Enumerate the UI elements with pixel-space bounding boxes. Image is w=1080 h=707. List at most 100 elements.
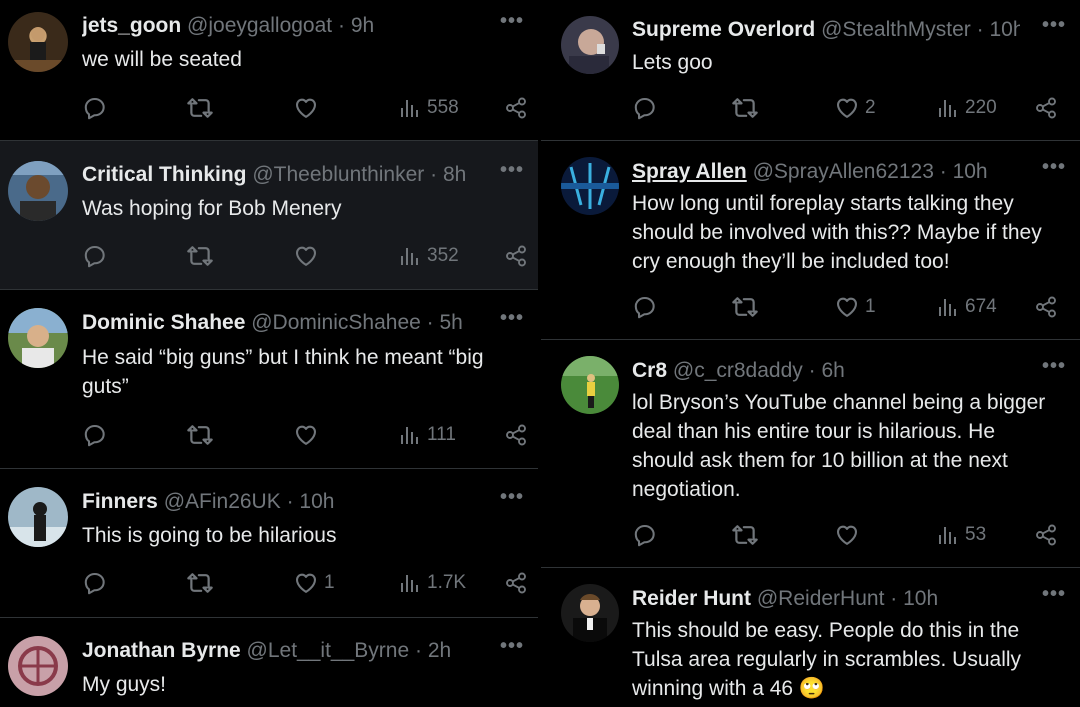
display-name[interactable]: Dominic Shahee: [82, 311, 245, 334]
avatar[interactable]: [561, 157, 619, 215]
display-name[interactable]: Critical Thinking: [82, 163, 247, 186]
display-name[interactable]: Jonathan Byrne: [82, 639, 241, 662]
timestamp[interactable]: 10h: [989, 18, 1020, 41]
share-button[interactable]: [504, 94, 528, 122]
display-name[interactable]: Cr8: [632, 359, 667, 382]
separator-dot: ·: [414, 639, 422, 662]
display-name[interactable]: Spray Allen: [632, 160, 747, 183]
retweet-button[interactable]: [186, 421, 219, 449]
views-button[interactable]: 53: [936, 521, 986, 549]
display-name[interactable]: Finners: [82, 490, 158, 513]
views-count: 220: [965, 97, 997, 118]
tweet[interactable]: Jonathan Byrne @Let__it__Byrne · 2h ••• …: [0, 618, 538, 707]
avatar[interactable]: [561, 356, 619, 414]
share-button[interactable]: [504, 421, 528, 449]
share-button[interactable]: [1034, 521, 1058, 549]
timestamp[interactable]: 8h: [443, 163, 466, 186]
share-button[interactable]: [1034, 293, 1058, 321]
share-button[interactable]: [504, 242, 528, 270]
retweet-button[interactable]: [731, 293, 764, 321]
views-button[interactable]: 558: [398, 94, 459, 122]
more-icon[interactable]: •••: [500, 635, 524, 658]
handle[interactable]: @Let__it__Byrne: [247, 639, 410, 662]
more-icon[interactable]: •••: [500, 159, 524, 182]
like-button[interactable]: [293, 94, 324, 122]
handle[interactable]: @ReiderHunt: [757, 587, 885, 610]
more-icon[interactable]: •••: [500, 10, 524, 33]
views-icon: [398, 571, 422, 595]
timestamp[interactable]: 10h: [299, 490, 334, 513]
avatar[interactable]: [8, 308, 68, 368]
more-icon[interactable]: •••: [1042, 583, 1066, 606]
tweet[interactable]: Spray Allen @SprayAllen62123 · 10h ••• H…: [541, 141, 1080, 340]
more-icon[interactable]: •••: [1042, 156, 1066, 179]
share-icon: [1034, 96, 1058, 120]
retweet-button[interactable]: [186, 569, 219, 597]
display-name[interactable]: Reider Hunt: [632, 587, 751, 610]
views-button[interactable]: 1.7K: [398, 569, 466, 597]
tweet[interactable]: Dominic Shahee @DominicShahee · 5h ••• H…: [0, 290, 538, 469]
views-count: 352: [427, 245, 459, 266]
timestamp[interactable]: 9h: [351, 14, 374, 37]
views-button[interactable]: 111: [398, 421, 456, 449]
handle[interactable]: @c_cr8daddy: [673, 359, 803, 382]
reply-button[interactable]: [632, 521, 663, 549]
reply-button[interactable]: [632, 293, 663, 321]
tweet[interactable]: Supreme Overlord @StealthMyster · 10h ••…: [541, 0, 1080, 141]
views-button[interactable]: 674: [936, 293, 997, 321]
tweet[interactable]: Reider Hunt @ReiderHunt · 10h ••• This s…: [541, 568, 1080, 707]
more-icon[interactable]: •••: [1042, 355, 1066, 378]
like-button[interactable]: 1: [834, 293, 876, 321]
handle[interactable]: @SprayAllen62123: [753, 160, 934, 183]
timestamp[interactable]: 2h: [428, 639, 451, 662]
handle[interactable]: @joeygallogoat: [187, 14, 332, 37]
tweet[interactable]: Cr8 @c_cr8daddy · 6h ••• lol Bryson’s Yo…: [541, 340, 1080, 568]
heart-icon: [834, 95, 860, 121]
more-icon[interactable]: •••: [500, 307, 524, 330]
views-button[interactable]: 352: [398, 242, 459, 270]
handle[interactable]: @Theeblunthinker: [252, 163, 424, 186]
avatar[interactable]: [561, 16, 619, 74]
retweet-button[interactable]: [731, 521, 764, 549]
retweet-button[interactable]: [731, 94, 764, 122]
avatar[interactable]: [561, 584, 619, 642]
timestamp[interactable]: 10h: [903, 587, 938, 610]
timestamp[interactable]: 10h: [953, 160, 988, 183]
views-icon: [398, 244, 422, 268]
tweet-text: My guys!: [82, 673, 167, 696]
avatar[interactable]: [8, 636, 68, 696]
reply-button[interactable]: [82, 94, 113, 122]
reply-button[interactable]: [82, 421, 113, 449]
share-icon: [504, 423, 528, 447]
views-count: 674: [965, 296, 997, 317]
tweet[interactable]: Finners @AFin26UK · 10h ••• This is goin…: [0, 469, 538, 618]
like-button[interactable]: [293, 421, 324, 449]
handle[interactable]: @StealthMyster: [821, 18, 971, 41]
tweet[interactable]: Critical Thinking @Theeblunthinker · 8h …: [0, 141, 538, 290]
views-button[interactable]: 220: [936, 94, 997, 122]
like-button[interactable]: [293, 242, 324, 270]
handle[interactable]: @AFin26UK: [164, 490, 281, 513]
tweet[interactable]: jets_goon @joeygallogoat · 9h ••• we wil…: [0, 0, 538, 141]
like-button[interactable]: [834, 521, 865, 549]
avatar[interactable]: [8, 12, 68, 72]
like-button[interactable]: 2: [834, 94, 876, 122]
share-button[interactable]: [1034, 94, 1058, 122]
share-button[interactable]: [504, 569, 528, 597]
timestamp[interactable]: 5h: [440, 311, 463, 334]
avatar[interactable]: [8, 161, 68, 221]
more-icon[interactable]: •••: [1042, 14, 1066, 37]
reply-button[interactable]: [632, 94, 663, 122]
display-name[interactable]: Supreme Overlord: [632, 18, 815, 41]
more-icon[interactable]: •••: [500, 486, 524, 509]
reply-button[interactable]: [82, 569, 113, 597]
retweet-button[interactable]: [186, 94, 219, 122]
display-name[interactable]: jets_goon: [82, 14, 181, 37]
timestamp[interactable]: 6h: [821, 359, 844, 382]
retweet-button[interactable]: [186, 242, 219, 270]
handle[interactable]: @DominicShahee: [251, 311, 421, 334]
avatar[interactable]: [8, 487, 68, 547]
like-count: 1: [865, 296, 876, 317]
reply-button[interactable]: [82, 242, 113, 270]
like-button[interactable]: 1: [293, 569, 335, 597]
